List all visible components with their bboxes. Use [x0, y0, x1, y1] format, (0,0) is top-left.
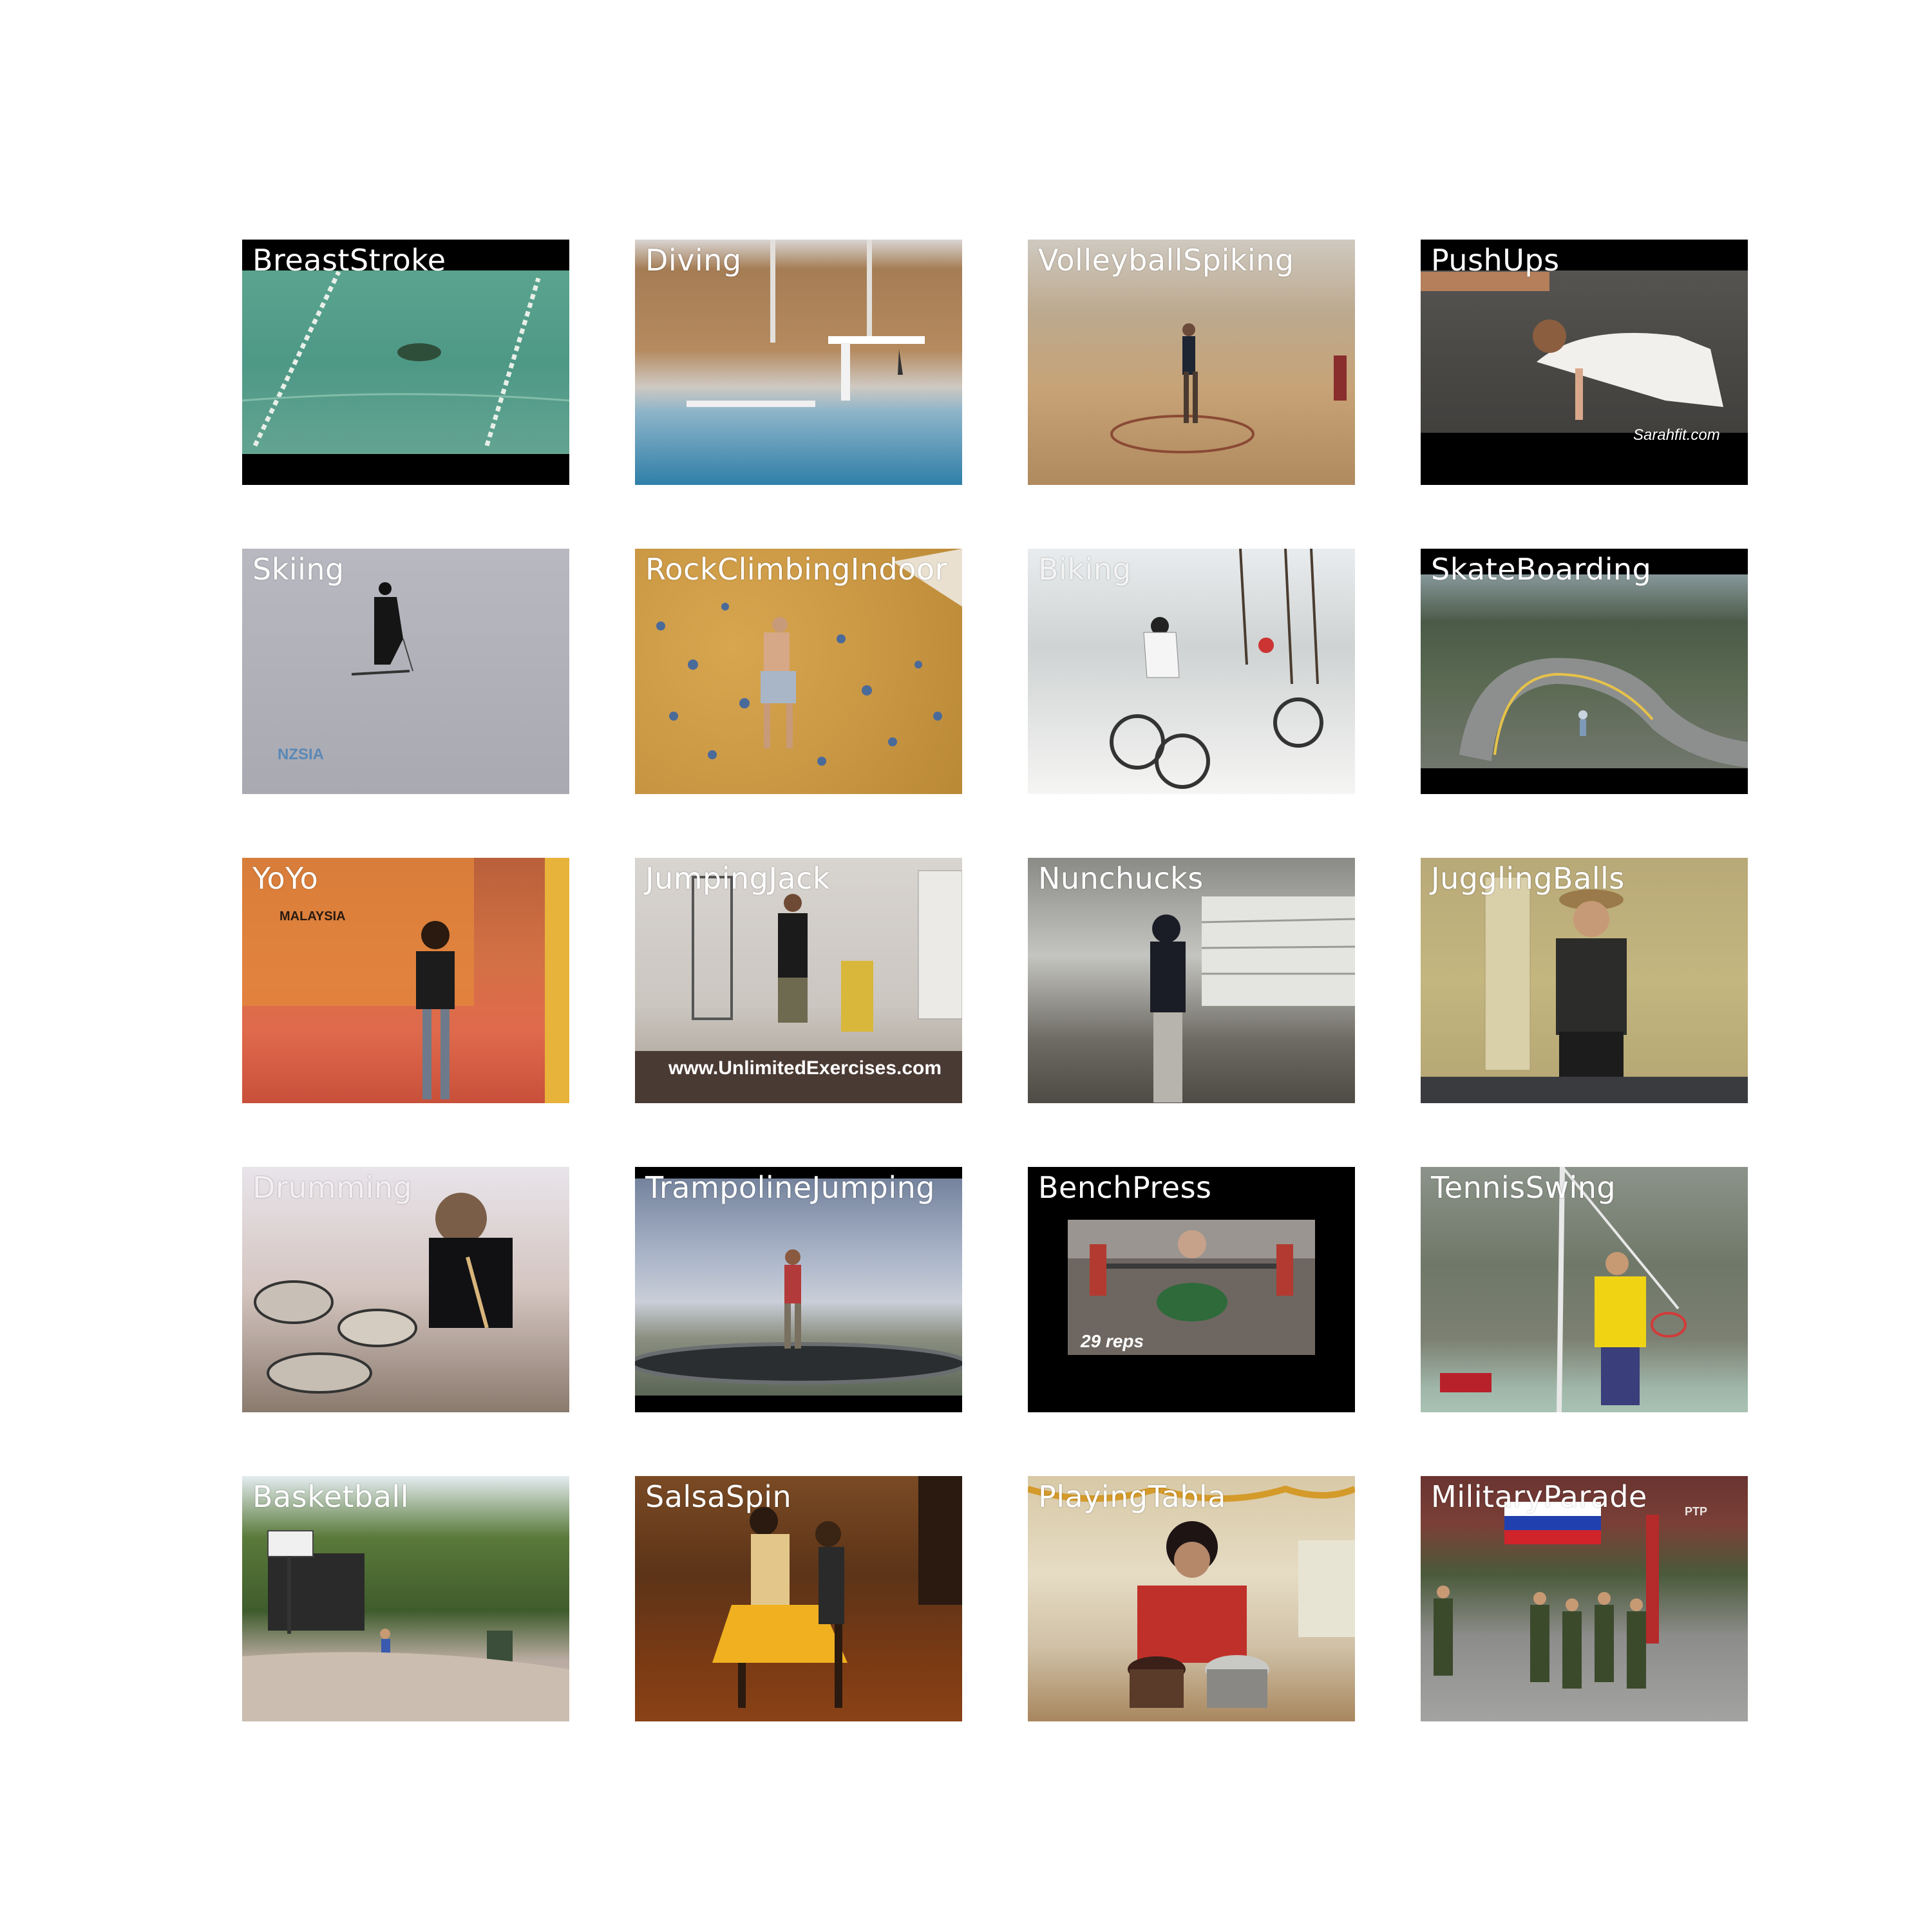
tile-playingtabla: PlayingTabla [1028, 1476, 1355, 1721]
tile-label: PushUps [1431, 243, 1560, 278]
tile-label: RockClimbingIndoor [645, 552, 947, 587]
tile-biking: Biking [1028, 549, 1355, 794]
letterbox-bottom [1421, 768, 1748, 794]
tile-salsaspin: SalsaSpin [635, 1476, 962, 1721]
rep-counter: 29 reps [1081, 1331, 1144, 1351]
tile-trampolinejumping: TrampolineJumping [635, 1167, 962, 1412]
tile-label: VolleyballSpiking [1038, 243, 1294, 278]
tile-yoyo: MALAYSIA YoYo [242, 858, 569, 1103]
tile-label: Basketball [252, 1479, 409, 1514]
video-frame-grid: BreastStroke Diving VolleyballSpiking Sa… [0, 0, 1932, 1932]
tile-label: JugglingBalls [1431, 861, 1625, 896]
tile-label: SkateBoarding [1431, 552, 1652, 587]
tile-pushups: Sarahfit.com PushUps [1421, 240, 1748, 485]
tile-label: Nunchucks [1038, 861, 1204, 896]
tile-drumming: Drumming [242, 1167, 569, 1412]
tile-diving: Diving [635, 240, 962, 485]
tile-skateboarding: SkateBoarding [1421, 549, 1748, 794]
tile-label: YoYo [252, 861, 319, 896]
tile-label: TennisSwing [1431, 1170, 1616, 1205]
tile-label: Diving [645, 243, 742, 278]
tile-label: PlayingTabla [1038, 1479, 1226, 1514]
tile-jugglingballs: JugglingBalls [1421, 858, 1748, 1103]
tile-label: Skiing [252, 552, 345, 587]
tile-tennisswing: TennisSwing [1421, 1167, 1748, 1412]
tile-militaryparade: PTP MilitaryParade [1421, 1476, 1748, 1721]
tile-rockclimbingindoor: RockClimbingIndoor [635, 549, 962, 794]
tile-basketball: Basketball [242, 1476, 569, 1721]
tile-label: JumpingJack [645, 861, 831, 896]
watermark: MALAYSIA [279, 909, 346, 923]
tile-label: MilitaryParade [1431, 1479, 1647, 1514]
tile-label: BreastStroke [252, 243, 446, 278]
tile-jumpingjack: www.UnlimitedExercises.com JumpingJack [635, 858, 962, 1103]
tile-label: Drumming [252, 1170, 413, 1205]
tile-benchpress: 29 reps BenchPress [1028, 1167, 1355, 1412]
watermark: Sarahfit.com [1633, 426, 1720, 444]
tile-nunchucks: Nunchucks [1028, 858, 1355, 1103]
tile-breaststroke: BreastStroke [242, 240, 569, 485]
tile-label: Biking [1038, 552, 1132, 587]
tile-label: BenchPress [1038, 1170, 1212, 1205]
watermark: www.UnlimitedExercises.com [668, 1057, 942, 1079]
channel-logo: PTP [1685, 1505, 1708, 1518]
tile-label: SalsaSpin [645, 1479, 792, 1514]
tile-label: TrampolineJumping [645, 1170, 935, 1205]
tile-volleyballspiking: VolleyballSpiking [1028, 240, 1355, 485]
watermark: NZSIA [278, 746, 324, 763]
tile-skiing: NZSIA Skiing [242, 549, 569, 794]
letterbox-bottom [242, 454, 569, 485]
